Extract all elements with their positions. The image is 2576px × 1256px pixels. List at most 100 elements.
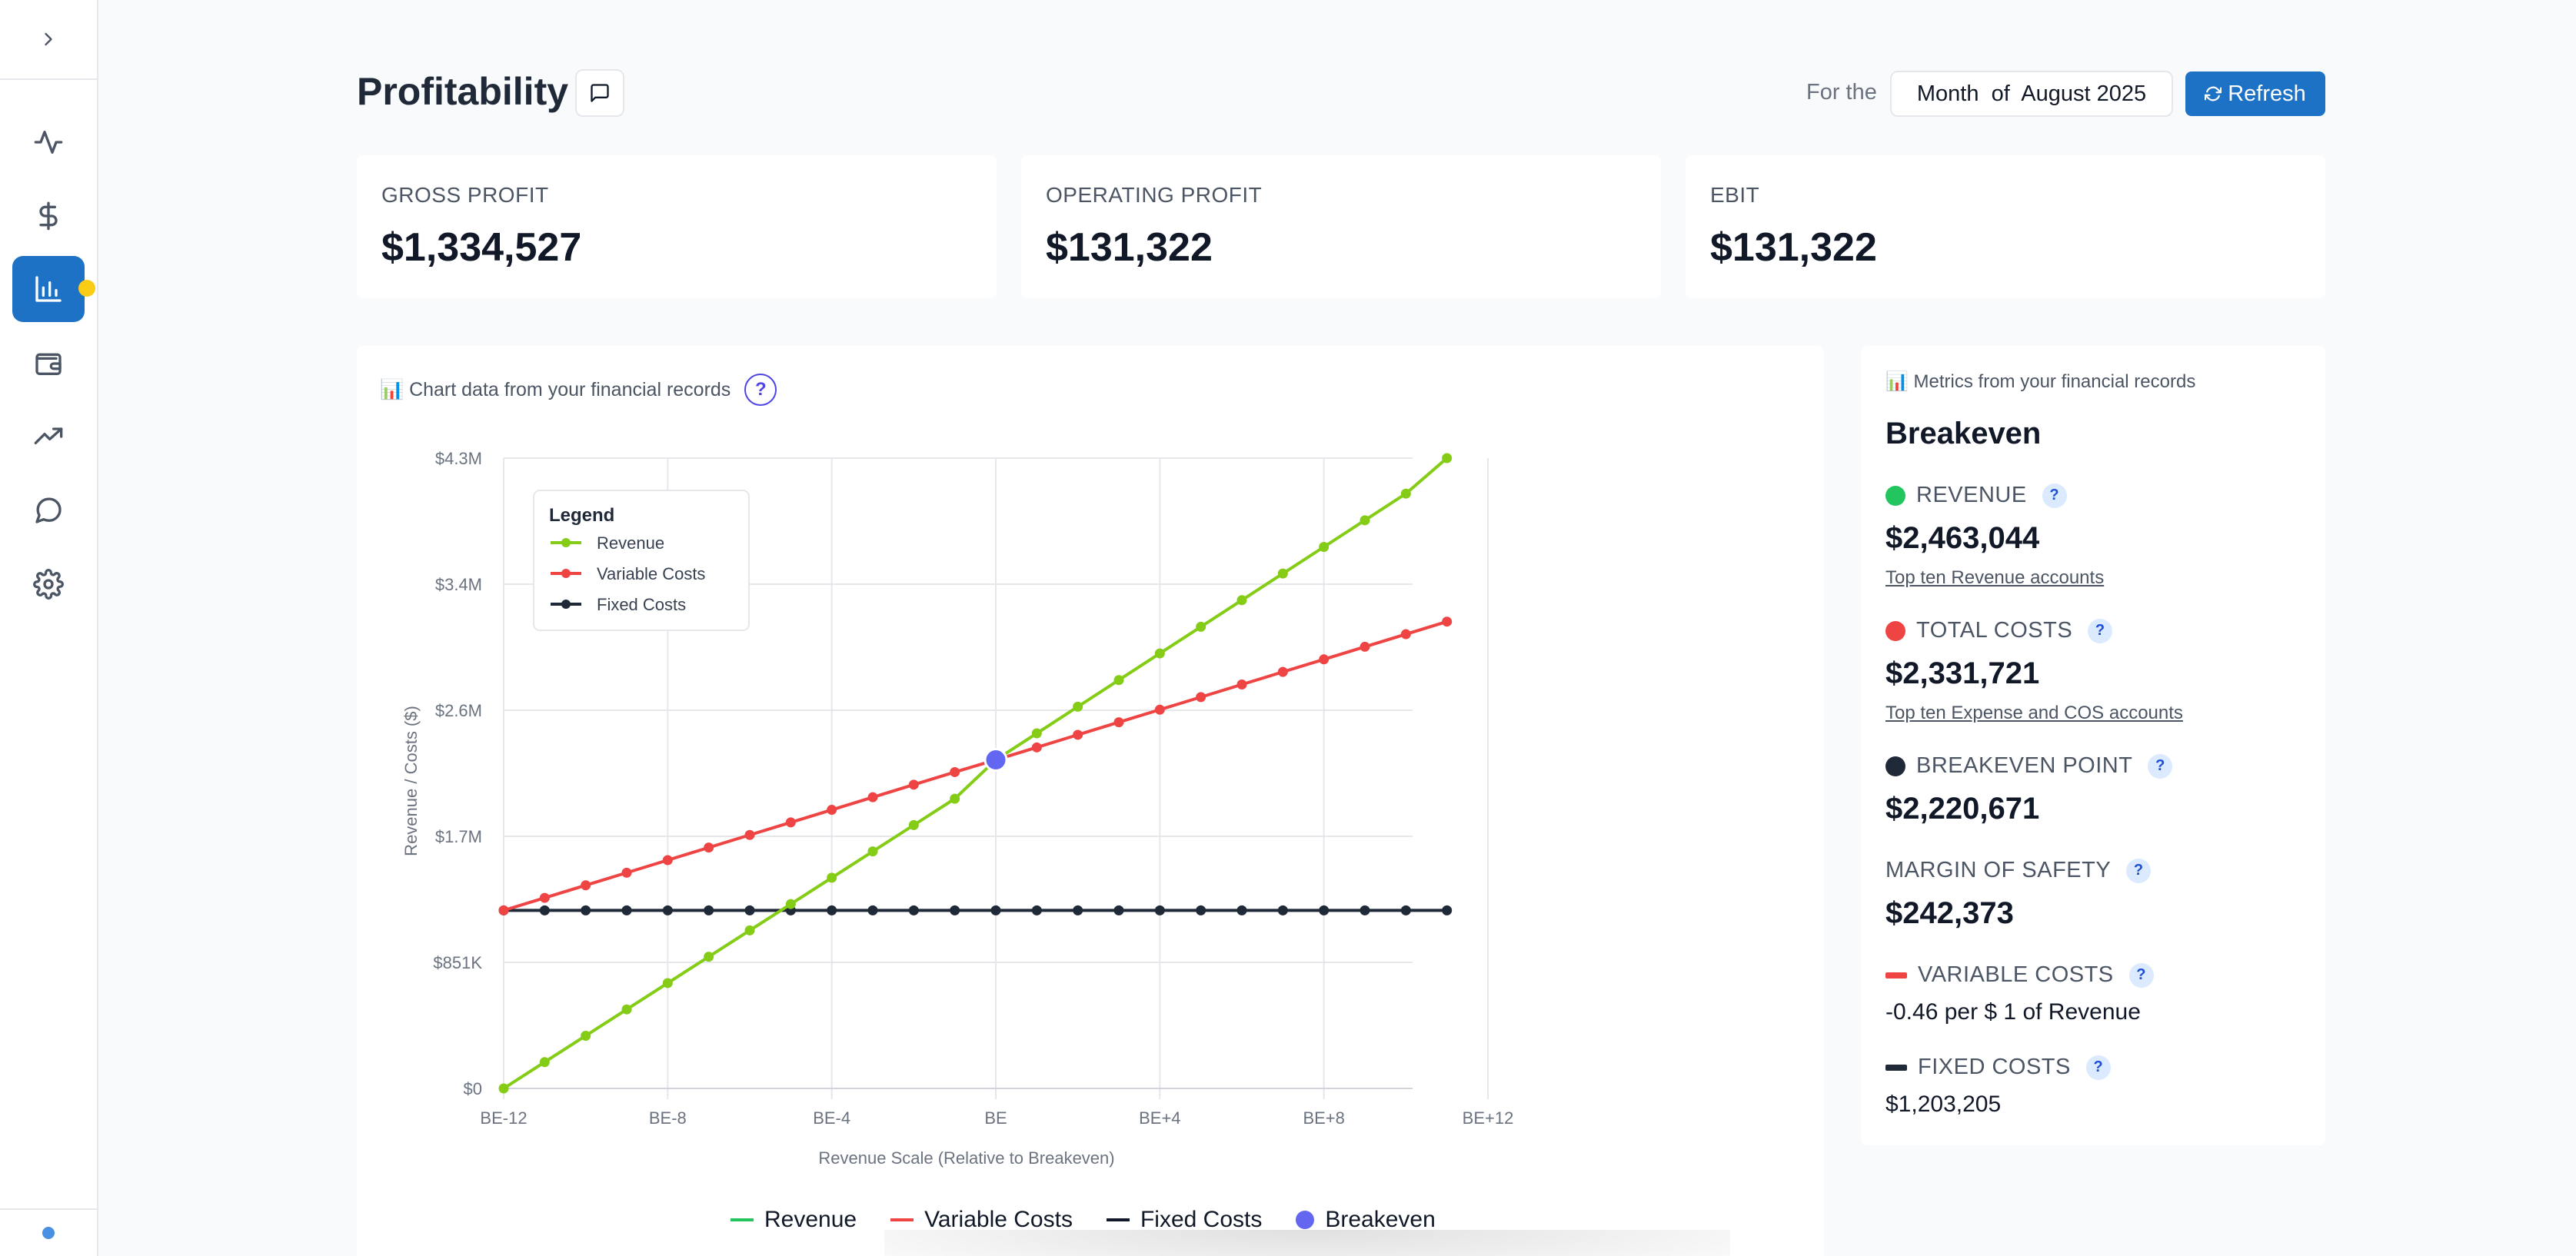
breakeven-point-marker (983, 748, 1008, 773)
metric-breakeven-point-header: BREAKEVEN POINT ? (1885, 753, 2173, 779)
fixed-costs-series-point (1196, 905, 1206, 915)
metric-variable-costs-value: -0.46 per $ 1 of Revenue (1885, 999, 2141, 1025)
variable-costs-series-point (581, 880, 591, 891)
kpi-value: $131,322 (1710, 225, 1877, 270)
status-indicator (42, 1227, 55, 1239)
help-icon[interactable]: ? (2148, 753, 2173, 779)
y-tick-label: $4.3M (435, 449, 482, 468)
top-revenue-accounts-link[interactable]: Top ten Revenue accounts (1885, 567, 2104, 589)
legend-item-revenue[interactable]: Revenue (731, 1207, 857, 1233)
help-icon[interactable]: ? (2085, 1055, 2111, 1080)
help-icon[interactable]: ? (2126, 858, 2152, 883)
revenue-series-point (744, 925, 755, 935)
fixed-costs-series-point (744, 905, 755, 915)
fixed-costs-line-icon (1885, 1064, 1907, 1071)
legend-line-fixed-costs (1106, 1218, 1130, 1221)
fixed-costs-series-point (990, 905, 1001, 915)
variable-costs-series-point (1442, 616, 1453, 627)
metric-label: REVENUE (1916, 483, 2027, 507)
inner-legend-swatch-dot (561, 600, 571, 609)
variable-costs-series-point (908, 779, 919, 790)
trending-up-icon (34, 427, 63, 444)
bar-chart-icon (35, 276, 62, 302)
metrics-source-note: 📊 Metrics from your financial records (1885, 371, 2196, 392)
variable-costs-series-point (1073, 729, 1083, 740)
variable-costs-series-point (827, 805, 837, 816)
fixed-costs-series-point (1277, 905, 1288, 915)
legend-item-fixed-costs[interactable]: Fixed Costs (1106, 1207, 1263, 1233)
sidebar-item-messages[interactable] (12, 477, 85, 543)
activity-icon (34, 131, 63, 154)
help-icon[interactable]: ? (2128, 962, 2154, 988)
variable-costs-series-point (662, 855, 673, 866)
fixed-costs-series-point (1400, 905, 1411, 915)
top-expense-accounts-link[interactable]: Top ten Expense and COS accounts (1885, 703, 2183, 724)
revenue-series-point (867, 846, 878, 857)
legend-label: Fixed Costs (1140, 1207, 1263, 1232)
refresh-label: Refresh (2228, 81, 2306, 106)
fixed-costs-series-point (662, 905, 673, 915)
metric-variable-costs-header: VARIABLE COSTS ? (1885, 962, 2154, 988)
fixed-costs-series-point (867, 905, 878, 915)
refresh-icon (2205, 86, 2222, 101)
revenue-series-point (827, 872, 837, 883)
revenue-series-point (662, 978, 673, 989)
sidebar-item-reports[interactable] (12, 256, 85, 322)
comment-icon (591, 84, 609, 102)
sidebar-toggle-button[interactable] (0, 0, 97, 80)
x-tick-label: BE+8 (1303, 1108, 1344, 1128)
legend-item-variable-costs[interactable]: Variable Costs (890, 1207, 1073, 1233)
fixed-costs-series-point (581, 905, 591, 915)
message-icon (35, 497, 62, 523)
revenue-series-point (1154, 648, 1165, 659)
sidebar-divider (0, 1208, 97, 1210)
variable-costs-line-icon (1885, 972, 1907, 979)
metric-breakeven-point-value: $2,220,671 (1885, 792, 2040, 826)
comment-button[interactable] (575, 69, 624, 117)
page-title: Profitability (357, 70, 569, 113)
metric-margin-of-safety-header: MARGIN OF SAFETY ? (1885, 858, 2152, 883)
refresh-button[interactable]: Refresh (2185, 71, 2325, 116)
sidebar-item-trends[interactable] (12, 404, 85, 470)
breakeven-chart: $0 $851K $1.7M $2.6M $3.4M $4.3M BE-12 BE-8 BE-4… (401, 449, 1513, 1168)
fixed-costs-series (498, 905, 1453, 915)
y-tick-label: $0 (464, 1079, 482, 1098)
sidebar-item-activity[interactable] (12, 109, 85, 175)
chevron-right-icon (45, 32, 52, 46)
fixed-costs-series-point (827, 905, 837, 915)
metric-fixed-costs-value: $1,203,205 (1885, 1092, 2002, 1117)
variable-costs-series-line (503, 620, 1448, 912)
sidebar-item-settings[interactable] (12, 551, 85, 617)
breakeven-point-dot-icon (1885, 756, 1905, 776)
metric-fixed-costs-header: FIXED COSTS ? (1885, 1055, 2111, 1080)
period-selector[interactable]: Month of August 2025 (1890, 71, 2173, 117)
total-costs-dot-icon (1885, 620, 1905, 641)
y-axis-label: Revenue / Costs ($) (401, 706, 421, 856)
revenue-series-point (1400, 488, 1411, 499)
x-tick-label: BE-8 (649, 1108, 687, 1128)
metric-label: FIXED COSTS (1918, 1055, 2071, 1079)
revenue-series-point (1360, 515, 1370, 526)
legend-line-variable-costs (890, 1218, 914, 1221)
help-icon[interactable]: ? (2088, 618, 2113, 643)
chart-help-button[interactable]: ? (744, 374, 777, 406)
floating-panel-shadow (884, 1230, 1730, 1256)
variable-costs-series-point (1113, 717, 1124, 728)
y-tick-label: $3.4M (435, 575, 482, 594)
active-indicator-dot (78, 280, 95, 297)
y-tick-label: $1.7M (435, 827, 482, 846)
chart-bottom-legend: Revenue Variable Costs Fixed Costs Break… (731, 1207, 1436, 1233)
help-icon[interactable]: ? (2042, 483, 2067, 508)
sidebar-item-wallet[interactable] (12, 331, 85, 397)
kpi-label: GROSS PROFIT (381, 183, 549, 207)
kpi-label: EBIT (1710, 183, 1760, 207)
variable-costs-series-point (498, 905, 509, 915)
revenue-series-point (1031, 728, 1042, 739)
revenue-series-point (1442, 453, 1453, 464)
variable-costs-series-point (1277, 666, 1288, 677)
metric-label: TOTAL COSTS (1916, 618, 2073, 643)
legend-item-breakeven[interactable]: Breakeven (1296, 1207, 1436, 1233)
sidebar-item-dollar[interactable] (12, 183, 85, 249)
variable-costs-series (498, 616, 1453, 915)
revenue-dot-icon (1885, 485, 1905, 506)
